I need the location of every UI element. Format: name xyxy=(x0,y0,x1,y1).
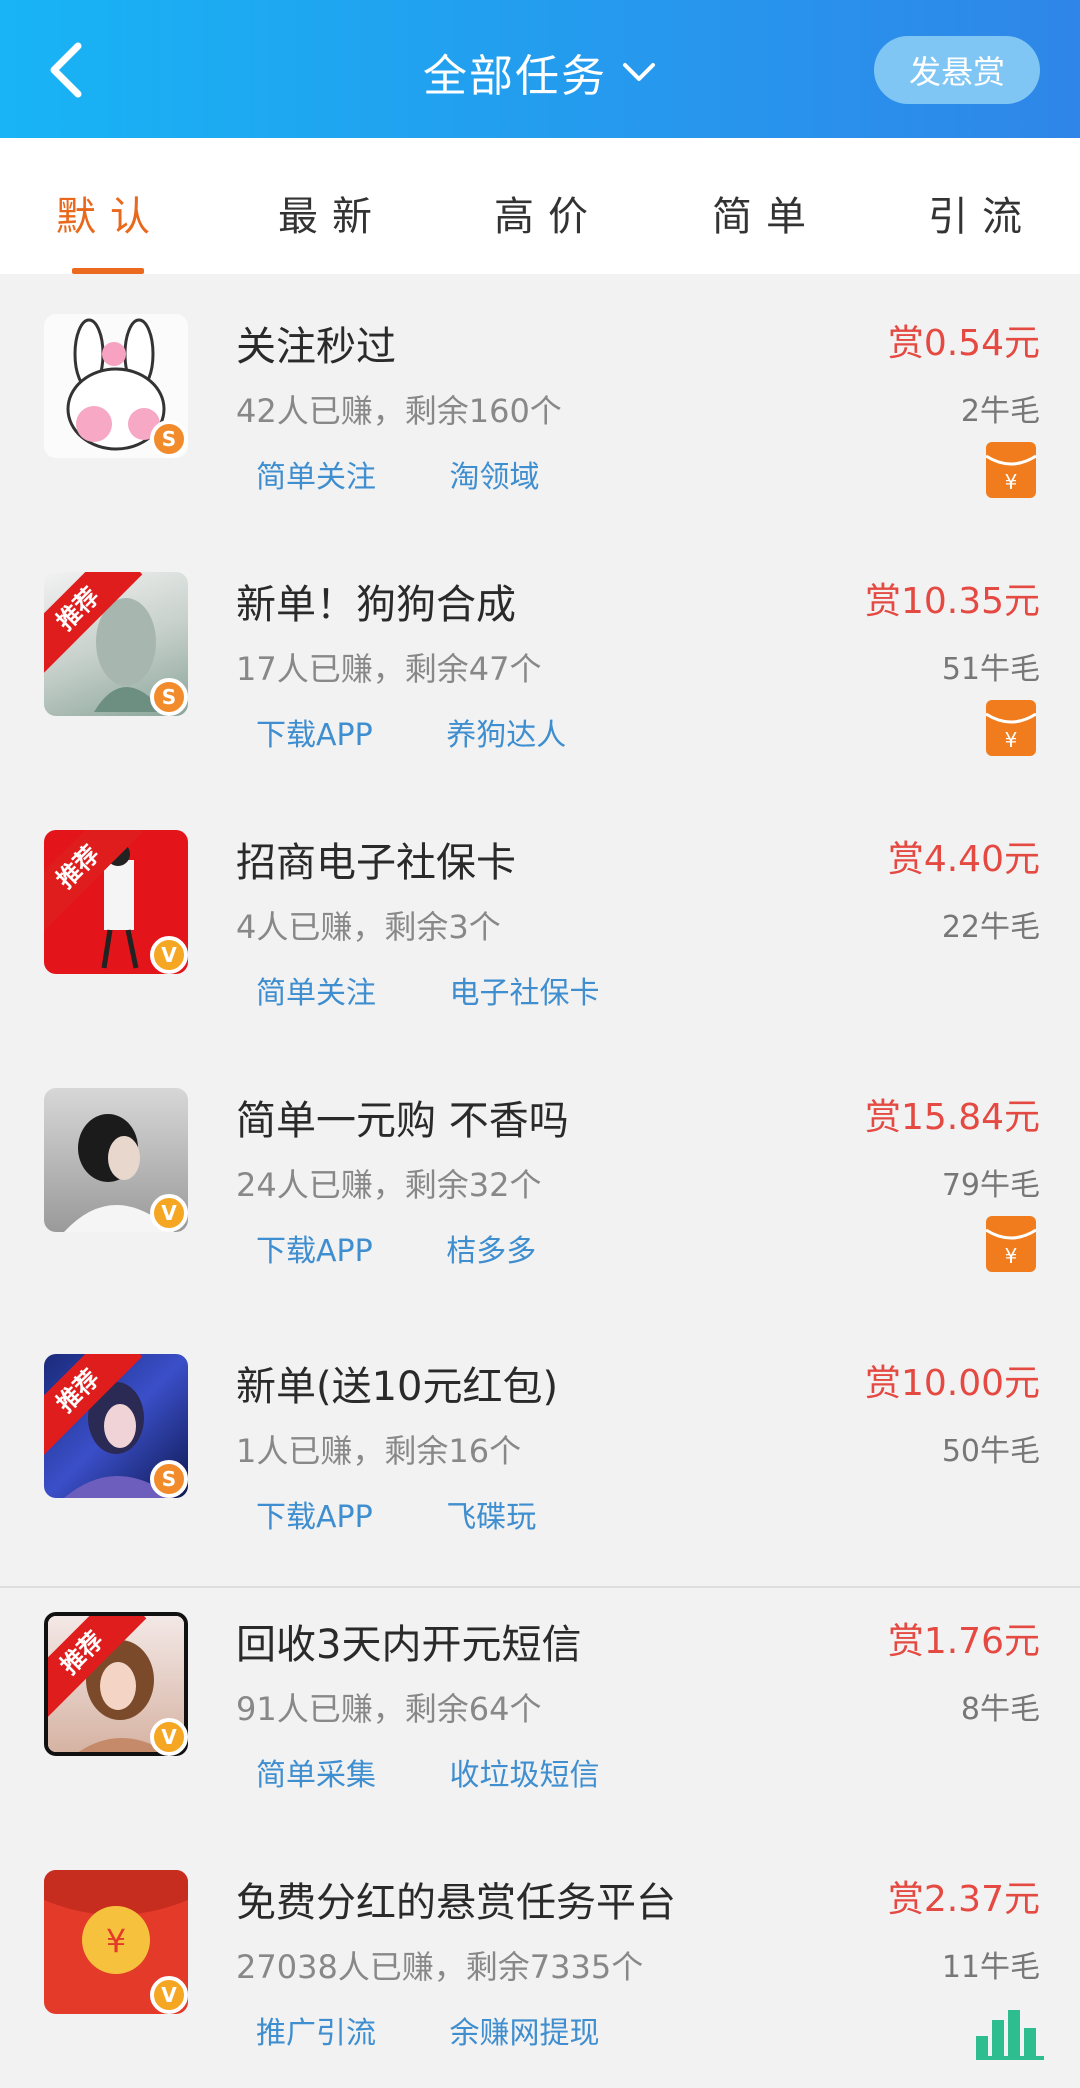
tag[interactable]: 简单采集 xyxy=(256,1758,376,1793)
task-title: 关注秒过 xyxy=(236,324,396,370)
fur-points: 50牛毛 xyxy=(941,1434,1040,1469)
reward-amount: 赏10.35元 xyxy=(864,581,1040,622)
reward-amount: 赏2.37元 xyxy=(887,1879,1040,1920)
task-stats: 1人已赚，剩余16个 xyxy=(236,1432,522,1470)
reward-amount: 赏0.54元 xyxy=(887,323,1040,364)
red-envelope-icon: ¥ xyxy=(986,700,1036,756)
tab-traffic[interactable]: 引流 xyxy=(928,184,1036,242)
svg-text:¥: ¥ xyxy=(1005,728,1018,752)
task-item[interactable]: ¥ V 免费分红的悬赏任务平台 27038人已赚，剩余7335个 推广引流 余赚… xyxy=(0,1830,1080,2088)
tab-high-price[interactable]: 高价 xyxy=(494,184,602,242)
task-tags: 简单关注 电子社保卡 xyxy=(256,968,664,1012)
task-tags: 推广引流 余赚网提现 xyxy=(256,2008,664,2052)
svg-text:¥: ¥ xyxy=(1005,1244,1018,1268)
badge-v: V xyxy=(150,1976,188,2014)
task-title: 新单(送10元红包) xyxy=(236,1364,559,1410)
tab-simple[interactable]: 简单 xyxy=(712,184,820,242)
tab-default[interactable]: 默认 xyxy=(56,184,164,242)
tab-bar: 默认 最新 高价 简单 引流 xyxy=(0,138,1080,274)
task-stats: 42人已赚，剩余160个 xyxy=(236,392,562,430)
fur-points: 2牛毛 xyxy=(960,394,1040,429)
fur-points: 22牛毛 xyxy=(941,910,1040,945)
app-header: 全部任务 发悬赏 xyxy=(0,0,1080,138)
task-tags: 下载APP 桔多多 xyxy=(256,1226,600,1270)
task-stats: 91人已赚，剩余64个 xyxy=(236,1690,542,1728)
tag[interactable]: 下载APP xyxy=(256,1500,373,1535)
reward-amount: 赏10.00元 xyxy=(864,1363,1040,1404)
task-tags: 简单关注 淘领域 xyxy=(256,452,604,496)
tag[interactable]: 桔多多 xyxy=(446,1234,536,1269)
task-item[interactable]: 推荐 V 招商电子社保卡 4人已赚，剩余3个 简单关注 电子社保卡 赏4.40元… xyxy=(0,790,1080,1048)
tag[interactable]: 飞碟玩 xyxy=(446,1500,536,1535)
tag[interactable]: 电子社保卡 xyxy=(450,976,600,1011)
task-stats: 4人已赚，剩余3个 xyxy=(236,908,501,946)
svg-text:¥: ¥ xyxy=(1005,470,1018,494)
bar-chart-icon xyxy=(976,2010,1044,2060)
task-title: 简单一元购 不香吗 xyxy=(236,1098,569,1144)
task-tags: 下载APP 养狗达人 xyxy=(256,710,630,754)
page-title: 全部任务 xyxy=(423,51,607,102)
task-item[interactable]: 推荐 S 新单(送10元红包) 1人已赚，剩余16个 下载APP 飞碟玩 赏10… xyxy=(0,1314,1080,1572)
fur-points: 8牛毛 xyxy=(960,1692,1040,1727)
tag[interactable]: 简单关注 xyxy=(256,460,376,495)
task-stats: 17人已赚，剩余47个 xyxy=(236,650,542,688)
task-tags: 下载APP 飞碟玩 xyxy=(256,1492,600,1536)
task-title: 免费分红的悬赏任务平台 xyxy=(236,1880,676,1926)
task-item[interactable]: 推荐 V 回收3天内开元短信 91人已赚，剩余64个 简单采集 收垃圾短信 赏1… xyxy=(0,1572,1080,1830)
tag[interactable]: 简单关注 xyxy=(256,976,376,1011)
fur-points: 51牛毛 xyxy=(941,652,1040,687)
badge-v: V xyxy=(150,1718,188,1756)
tag[interactable]: 养狗达人 xyxy=(446,718,566,753)
tag[interactable]: 淘领域 xyxy=(450,460,540,495)
task-item[interactable]: 推荐 S 新单！狗狗合成 17人已赚，剩余47个 下载APP 养狗达人 赏10.… xyxy=(0,532,1080,790)
badge-s: S xyxy=(150,678,188,716)
task-item[interactable]: V 简单一元购 不香吗 24人已赚，剩余32个 下载APP 桔多多 赏15.84… xyxy=(0,1048,1080,1306)
red-envelope-icon: ¥ xyxy=(986,442,1036,498)
svg-text:¥: ¥ xyxy=(106,1922,126,1960)
badge-s: S xyxy=(150,420,188,458)
section-divider xyxy=(0,1586,1080,1588)
badge-v: V xyxy=(150,1194,188,1232)
badge-s: S xyxy=(150,1460,188,1498)
chevron-down-icon xyxy=(623,63,655,81)
red-envelope-icon: ¥ xyxy=(986,1216,1036,1272)
post-bounty-button[interactable]: 发悬赏 xyxy=(874,36,1040,104)
tag[interactable]: 收垃圾短信 xyxy=(450,1758,600,1793)
tab-latest[interactable]: 最新 xyxy=(278,184,386,242)
tag[interactable]: 推广引流 xyxy=(256,2016,376,2051)
task-title: 新单！狗狗合成 xyxy=(236,582,516,628)
tag[interactable]: 下载APP xyxy=(256,1234,373,1269)
task-item[interactable]: S 关注秒过 42人已赚，剩余160个 简单关注 淘领域 赏0.54元 2牛毛 … xyxy=(0,274,1080,532)
task-title: 招商电子社保卡 xyxy=(236,840,516,886)
fur-points: 11牛毛 xyxy=(941,1950,1040,1985)
task-stats: 27038人已赚，剩余7335个 xyxy=(236,1948,644,1986)
reward-amount: 赏15.84元 xyxy=(864,1097,1040,1138)
badge-v: V xyxy=(150,936,188,974)
fur-points: 79牛毛 xyxy=(941,1168,1040,1203)
tag[interactable]: 下载APP xyxy=(256,718,373,753)
task-title: 回收3天内开元短信 xyxy=(236,1622,582,1668)
reward-amount: 赏4.40元 xyxy=(887,839,1040,880)
task-stats: 24人已赚，剩余32个 xyxy=(236,1166,542,1204)
reward-amount: 赏1.76元 xyxy=(887,1621,1040,1662)
task-tags: 简单采集 收垃圾短信 xyxy=(256,1750,664,1794)
tag[interactable]: 余赚网提现 xyxy=(450,2016,600,2051)
